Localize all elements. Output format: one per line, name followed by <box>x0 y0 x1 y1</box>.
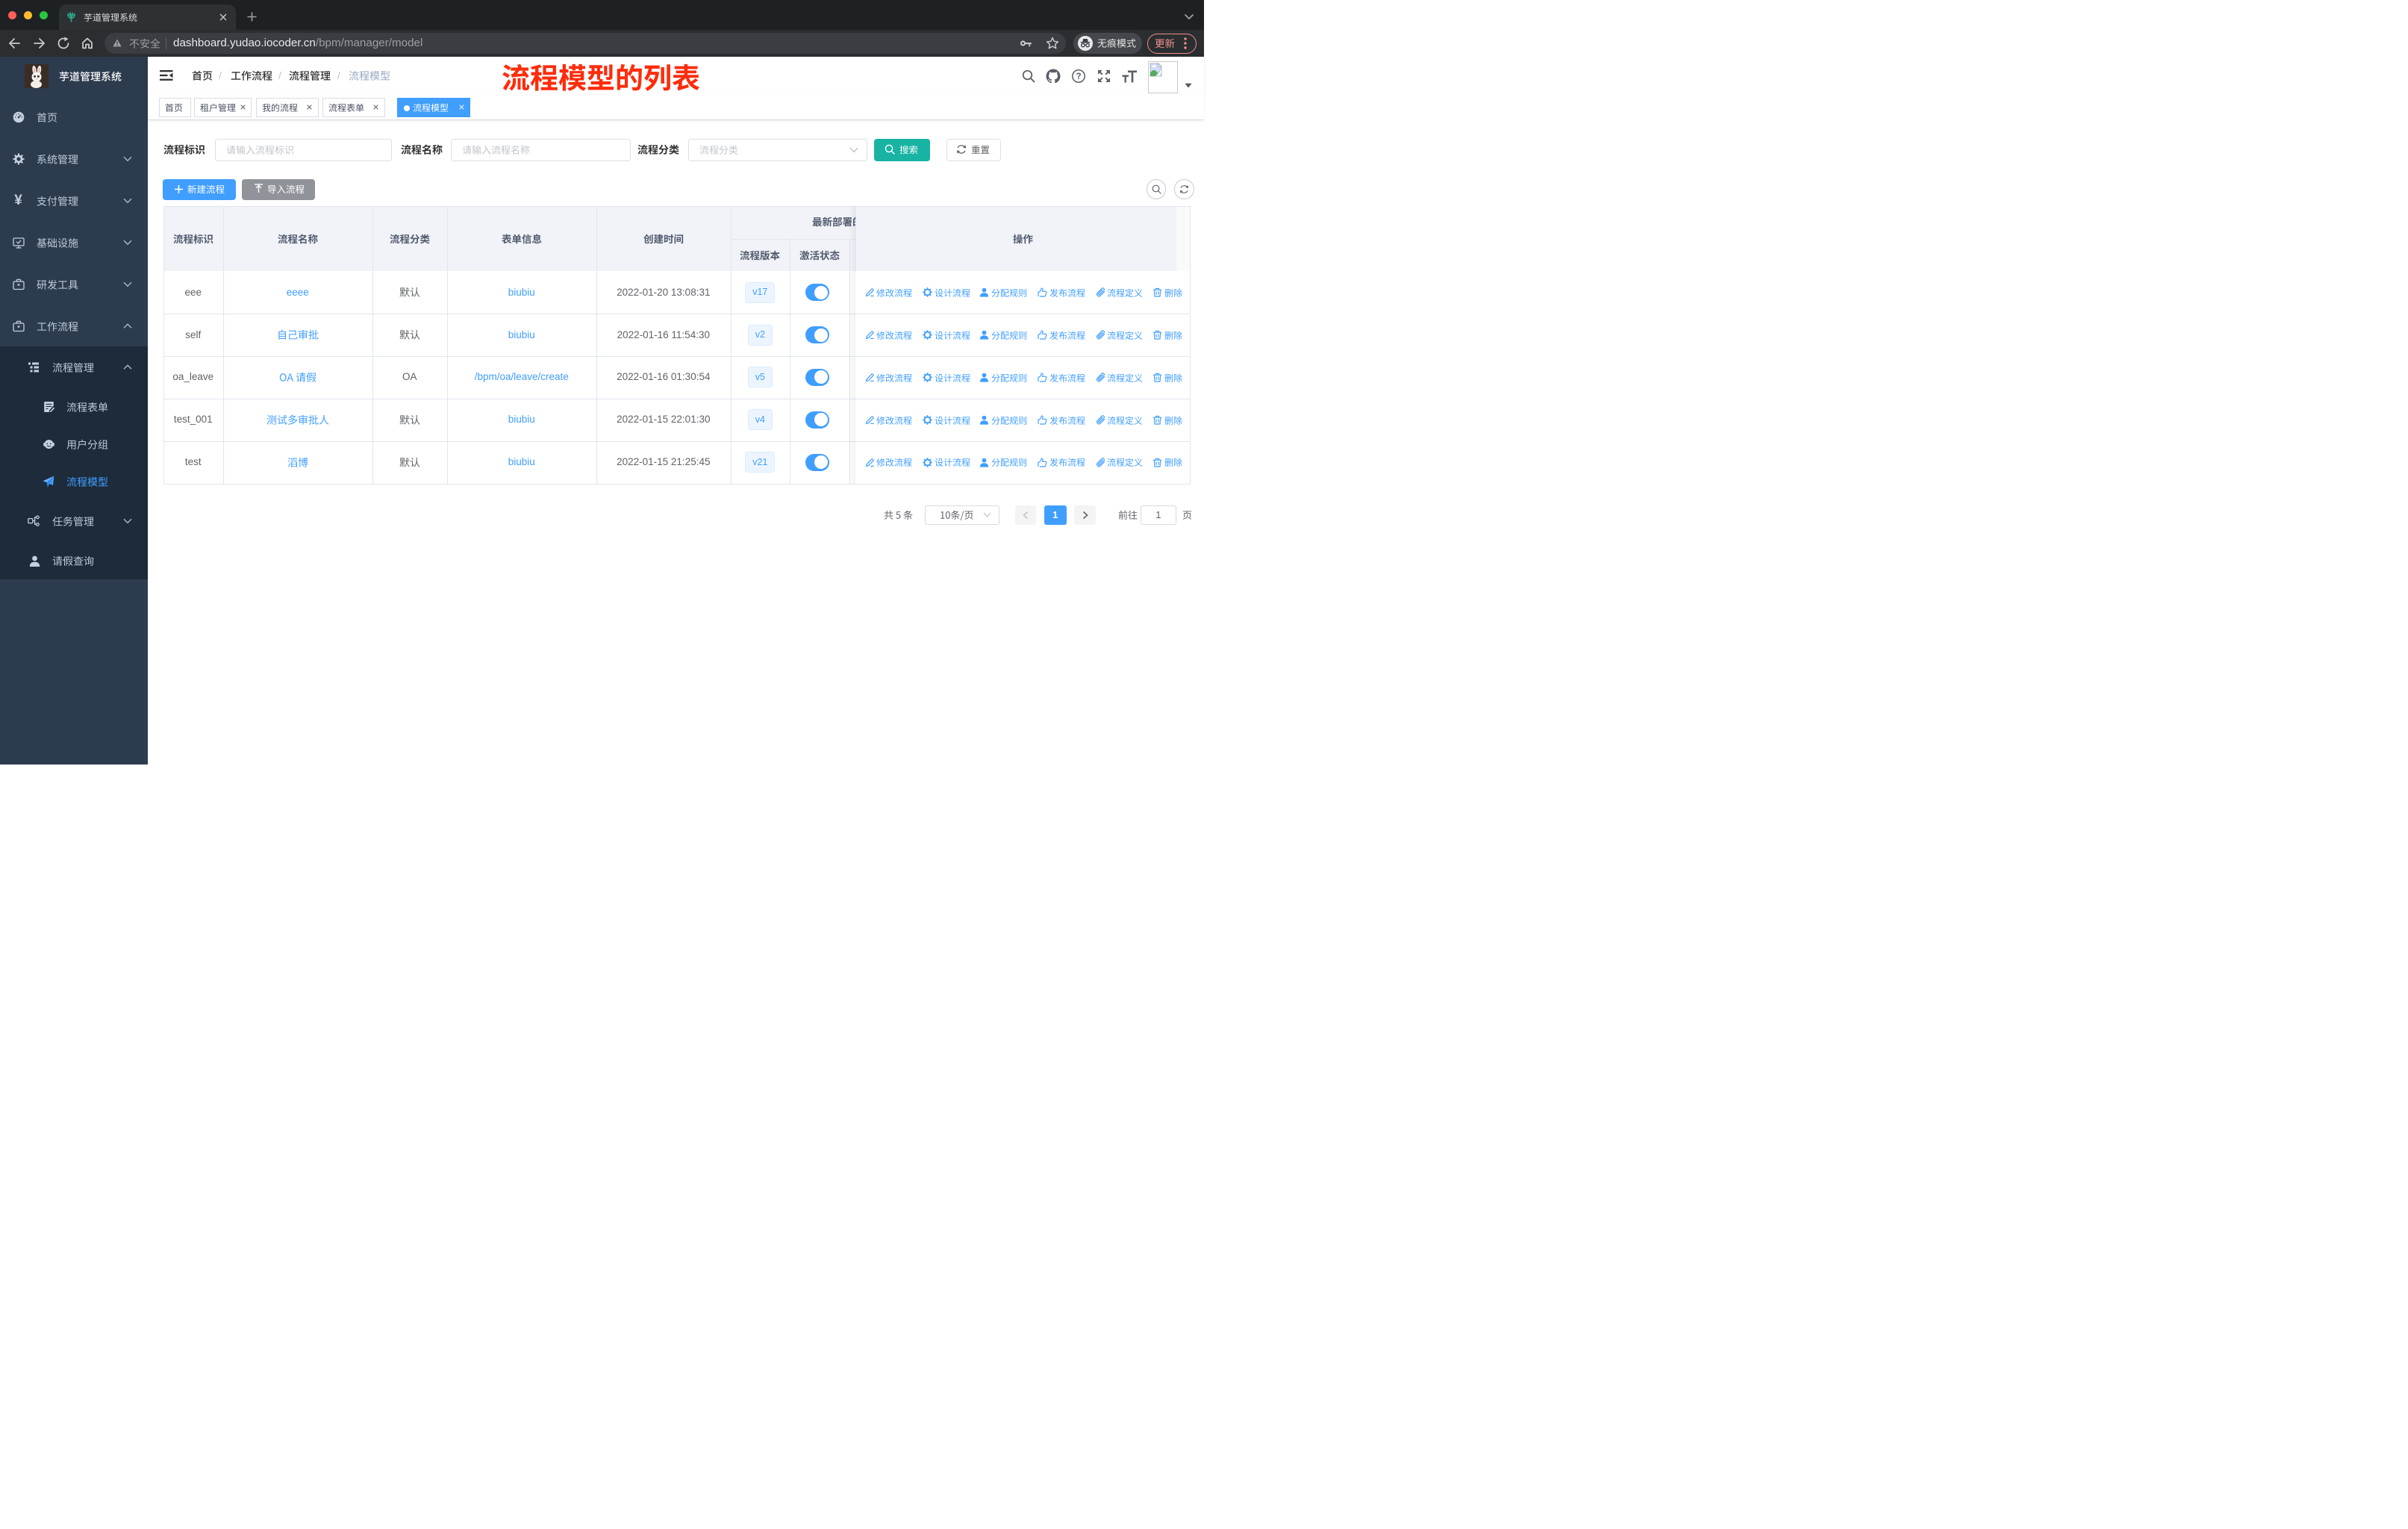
svg-text:?: ? <box>1076 72 1081 81</box>
